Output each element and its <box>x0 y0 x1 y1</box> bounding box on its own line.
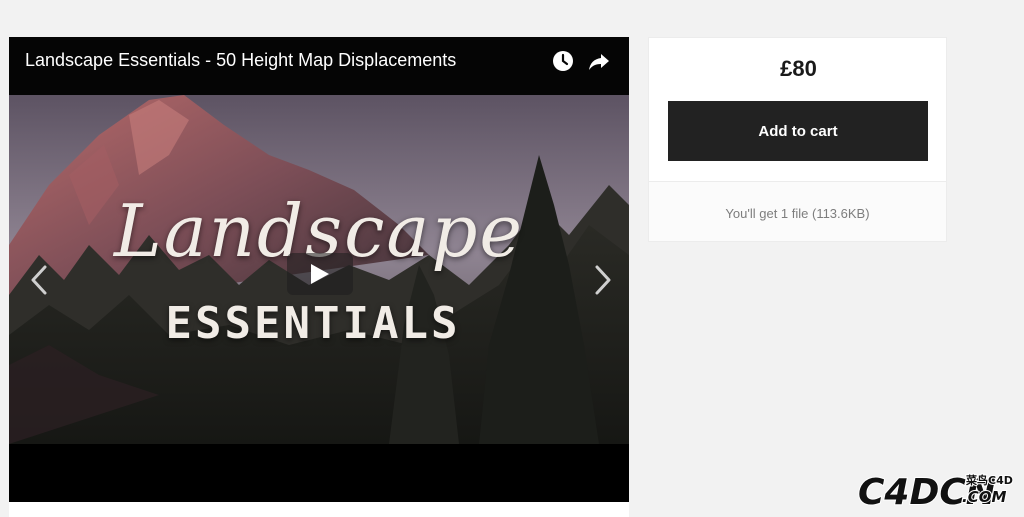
watermark-dotcom-text: .COM <box>962 488 1006 506</box>
player-header: Landscape Essentials - 50 Height Map Dis… <box>9 37 629 95</box>
page: Landscape Essentials - 50 Height Map Dis… <box>0 0 1024 517</box>
watermark-cn-text: 菜鸟C4D <box>965 473 1013 487</box>
price-label: £80 <box>780 56 817 81</box>
next-slide-chevron-right-icon[interactable] <box>591 263 615 297</box>
watch-later-clock-icon[interactable] <box>551 49 575 73</box>
below-player-panel <box>9 502 629 517</box>
add-to-cart-button[interactable]: Add to cart <box>668 101 928 161</box>
play-icon <box>311 264 329 284</box>
video-player[interactable]: Landscape Essentials - 50 Height Map Dis… <box>9 37 629 502</box>
file-info-text: You'll get 1 file (113.6KB) <box>725 206 870 221</box>
c4dcn-watermark-logo: C4DCN 菜鸟C4D .COM <box>857 471 1014 512</box>
previous-slide-chevron-left-icon[interactable] <box>27 263 51 297</box>
video-frame[interactable]: Landscape ESSENTIALS <box>9 95 629 444</box>
overlay-subtitle-text: ESSENTIALS <box>165 298 461 349</box>
play-button[interactable] <box>287 253 353 295</box>
video-title[interactable]: Landscape Essentials - 50 Height Map Dis… <box>25 49 456 71</box>
video-letterbox <box>9 444 629 502</box>
purchase-card: £80 Add to cart You'll get 1 file (113.6… <box>648 37 947 242</box>
share-arrow-icon[interactable] <box>587 49 611 73</box>
